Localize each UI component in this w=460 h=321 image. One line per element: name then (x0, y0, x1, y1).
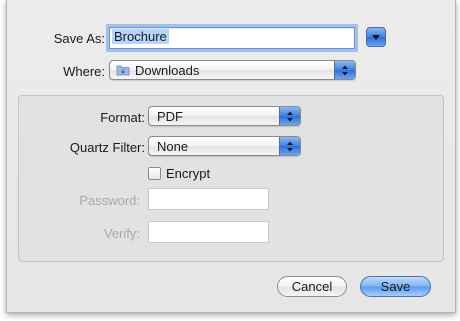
updown-arrows-icon (287, 111, 293, 122)
where-popup[interactable]: Downloads (109, 60, 356, 80)
save-as-label: Save As: (53, 31, 105, 46)
where-popup-arrows (334, 61, 355, 79)
updown-arrows-icon (342, 65, 348, 76)
quartz-filter-popup-arrows (279, 137, 300, 155)
where-value: Downloads (135, 63, 200, 78)
format-label: Format: (100, 110, 145, 125)
save-button[interactable]: Save (360, 276, 431, 297)
downloads-folder-icon (116, 65, 130, 76)
encrypt-checkbox[interactable] (148, 167, 161, 180)
password-field[interactable] (148, 188, 269, 210)
password-label: Password: (79, 193, 140, 208)
format-popup[interactable]: PDF (148, 106, 301, 126)
verify-field[interactable] (148, 221, 269, 243)
where-label: Where: (63, 64, 105, 79)
cancel-button[interactable]: Cancel (277, 276, 347, 297)
format-value: PDF (157, 109, 183, 124)
encrypt-label[interactable]: Encrypt (166, 166, 210, 181)
expand-disclosure-button[interactable] (366, 27, 386, 47)
quartz-filter-popup[interactable]: None (148, 136, 301, 156)
quartz-filter-value: None (157, 139, 189, 154)
filename-field[interactable]: Brochure (109, 27, 355, 49)
filename-text: Brochure (112, 29, 169, 44)
save-dialog: Save As: Brochure Where: Downloads Forma… (6, 0, 456, 313)
verify-label: Verify: (103, 226, 140, 241)
chevron-down-icon (372, 35, 380, 40)
updown-arrows-icon (287, 141, 293, 152)
quartz-filter-label: Quartz Filter: (69, 140, 145, 155)
format-popup-arrows (279, 107, 300, 125)
